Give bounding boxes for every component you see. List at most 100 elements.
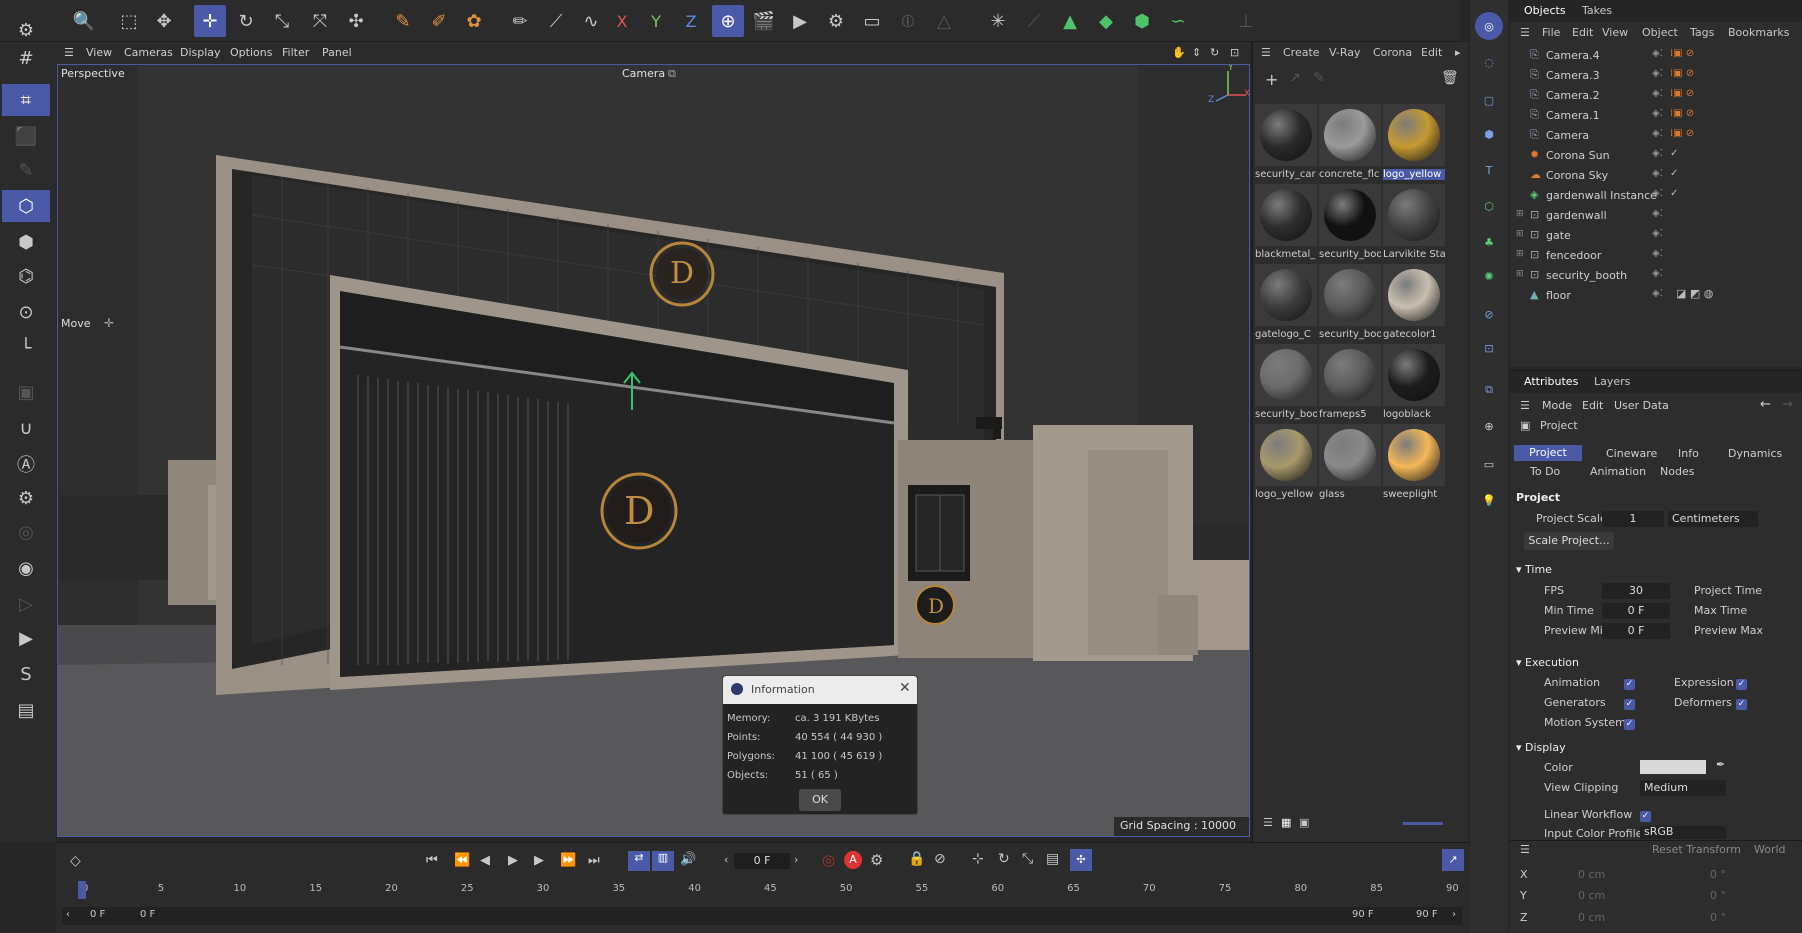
- material-item[interactable]: blackmetal_: [1255, 184, 1317, 264]
- object-row[interactable]: ⎘ Camera.4 ◈⁚ ⁞▣ ⊘: [1510, 46, 1802, 66]
- camera-object-icon[interactable]: ▭: [1475, 450, 1503, 478]
- list-view-icon[interactable]: ☰: [1263, 816, 1273, 829]
- coord-y-rot[interactable]: 0 °: [1710, 889, 1726, 902]
- playhead[interactable]: [78, 881, 86, 899]
- goto-start-icon[interactable]: ⏮: [426, 853, 438, 868]
- text-icon[interactable]: Ⓐ: [2, 448, 50, 480]
- snap-icon[interactable]: ✣: [340, 5, 372, 37]
- light-icon[interactable]: 💡: [1475, 486, 1503, 514]
- render-palette-icon[interactable]: ◎: [1475, 12, 1503, 40]
- coord-z-rot[interactable]: 0 °: [1710, 911, 1726, 924]
- deformer-icon[interactable]: ⊘: [1475, 300, 1503, 328]
- material-item[interactable]: sweeplight: [1383, 424, 1445, 504]
- layer-visibility-icon[interactable]: ◈⁚: [1652, 108, 1663, 119]
- frame-left-arrow-icon[interactable]: ‹: [724, 853, 728, 866]
- object-row[interactable]: ⊞ ⊡ gate ◈⁚: [1510, 226, 1802, 246]
- material-item[interactable]: security_boo: [1319, 184, 1381, 264]
- layer-visibility-icon[interactable]: ◈⁚: [1652, 248, 1663, 259]
- hair-icon[interactable]: ⧉: [1475, 376, 1503, 404]
- prev-frame-icon[interactable]: ◀: [480, 853, 490, 868]
- subtab-dynamics[interactable]: Dynamics: [1728, 447, 1782, 460]
- motion-system-checkbox[interactable]: ✓: [1624, 716, 1635, 730]
- triangle-icon[interactable]: △: [928, 5, 960, 37]
- add-material-icon[interactable]: +: [1265, 70, 1278, 89]
- text-tool-icon[interactable]: T: [1475, 156, 1503, 184]
- coord-x-pos[interactable]: 0 cm: [1578, 868, 1605, 881]
- knife-icon[interactable]: ⟋: [540, 5, 572, 37]
- brush-icon[interactable]: ✿: [458, 5, 490, 37]
- edit-material-icon[interactable]: ✎: [1313, 70, 1325, 86]
- keyframe-param-icon[interactable]: ⊘: [934, 851, 946, 867]
- viewport-label[interactable]: Perspective: [61, 67, 125, 80]
- model-mode-icon[interactable]: ⬛: [2, 120, 50, 152]
- keyframe-diamond-icon[interactable]: ◇: [70, 853, 81, 869]
- object-menu-icon[interactable]: ☰: [1520, 26, 1530, 39]
- point-mode-icon[interactable]: ⊙: [2, 296, 50, 328]
- object-row[interactable]: ☁ Corona Sky ◈⁚ ✓: [1510, 166, 1802, 186]
- object-menu-bookmarks[interactable]: Bookmarks: [1728, 26, 1789, 39]
- layer-visibility-icon[interactable]: ◈⁚: [1652, 48, 1663, 59]
- subtab-cineware[interactable]: Cineware: [1606, 447, 1657, 460]
- picture-viewer-icon[interactable]: ▭: [856, 5, 888, 37]
- cube-icon[interactable]: ⬢: [1126, 5, 1158, 37]
- viewport[interactable]: D D D Perspective Camera ⧉ Move ✛ Y X Z …: [57, 64, 1250, 837]
- min-time-input[interactable]: 0 F: [1602, 603, 1670, 619]
- material-item[interactable]: frameps5: [1319, 344, 1381, 424]
- object-row[interactable]: ⎘ Camera.1 ◈⁚ ⁞▣ ⊘: [1510, 106, 1802, 126]
- expand-icon[interactable]: ↗: [1289, 70, 1301, 86]
- play-icon[interactable]: ▶: [2, 622, 50, 654]
- dolly-icon[interactable]: ⇕: [1192, 46, 1201, 59]
- range-start-inner-label[interactable]: 0 F: [140, 909, 155, 920]
- pan-icon[interactable]: ✋: [1172, 46, 1186, 59]
- lock-icon[interactable]: ◎: [2, 516, 50, 548]
- fcurve-icon[interactable]: ↗: [1442, 849, 1464, 871]
- world-button[interactable]: World: [1754, 843, 1786, 856]
- layer-visibility-icon[interactable]: ◈⁚: [1652, 188, 1663, 199]
- trash-icon[interactable]: 🗑: [1441, 70, 1459, 86]
- axis-z-button[interactable]: Z: [675, 5, 707, 37]
- object-menu-edit[interactable]: Edit: [1572, 26, 1593, 39]
- subtab-todo[interactable]: To Do: [1530, 465, 1560, 478]
- camera-tags-icon[interactable]: ⁞▣ ⊘: [1670, 48, 1694, 59]
- menu-panel[interactable]: Panel: [322, 46, 352, 59]
- material-menu-vray[interactable]: V-Ray: [1329, 46, 1361, 59]
- coord-x-rot[interactable]: 0 °: [1710, 868, 1726, 881]
- layer-visibility-icon[interactable]: ◈⁚: [1652, 68, 1663, 79]
- sound-icon[interactable]: 🔊: [680, 852, 696, 867]
- subtab-project[interactable]: Project: [1514, 445, 1582, 461]
- camera-view-icon[interactable]: 🔍: [68, 5, 100, 37]
- subtab-animation[interactable]: Animation: [1590, 465, 1646, 478]
- object-row[interactable]: ⊞ ⊡ security_booth ◈⁚: [1510, 266, 1802, 286]
- key-pos-icon[interactable]: ⊹: [972, 851, 984, 867]
- selection-icon[interactable]: ⬚: [113, 5, 145, 37]
- key-settings-icon[interactable]: ⚙: [870, 851, 883, 869]
- transform-icon[interactable]: ⤧: [304, 5, 336, 37]
- solo-icon[interactable]: ▣: [2, 376, 50, 408]
- tab-objects[interactable]: Objects: [1524, 4, 1566, 17]
- axis-x-button[interactable]: X: [606, 5, 638, 37]
- workplane-icon[interactable]: ⌗: [2, 84, 50, 116]
- grid-view-icon[interactable]: ▦: [1281, 816, 1291, 829]
- range-end-label[interactable]: 90 F: [1416, 909, 1438, 920]
- object-menu-tags[interactable]: Tags: [1690, 26, 1714, 39]
- play-button-icon[interactable]: ▶: [508, 853, 518, 868]
- symmetry-icon[interactable]: ⦶: [892, 5, 924, 37]
- edit-icon[interactable]: ✎: [2, 154, 50, 186]
- stack-icon[interactable]: S: [2, 658, 50, 690]
- section-display[interactable]: ▾ Display: [1516, 741, 1566, 754]
- animation-checkbox[interactable]: ✓: [1624, 676, 1635, 690]
- camera-link-icon[interactable]: ⧉: [668, 67, 676, 81]
- eyedropper-icon[interactable]: ✒: [1716, 758, 1725, 771]
- attribute-menu-mode[interactable]: Mode: [1542, 399, 1572, 412]
- close-icon[interactable]: ✕: [899, 680, 911, 696]
- viewport-menu-icon[interactable]: ☰: [64, 46, 74, 59]
- enabled-check-icon[interactable]: ✓: [1670, 188, 1678, 199]
- polygon-mode-icon[interactable]: ⬢: [2, 226, 50, 258]
- layer-visibility-icon[interactable]: ◈⁚: [1652, 88, 1663, 99]
- rectangle-icon[interactable]: ▢: [1475, 86, 1503, 114]
- coord-menu-icon[interactable]: ☰: [1520, 843, 1530, 856]
- spline-pen-icon[interactable]: ✎: [387, 5, 419, 37]
- material-item[interactable]: Larvikite Sta: [1383, 184, 1445, 264]
- cube-green-icon[interactable]: ◆: [1090, 5, 1122, 37]
- subdivision-icon[interactable]: ⬡: [1475, 192, 1503, 220]
